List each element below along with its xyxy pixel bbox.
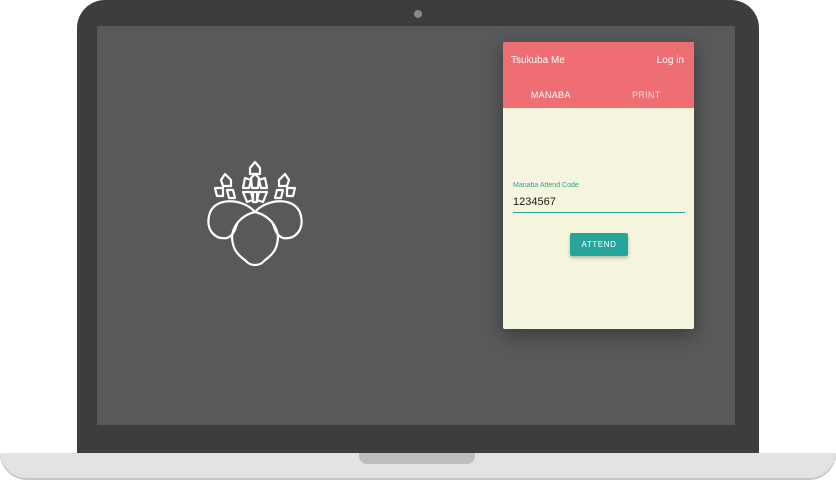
popup-header: Tsukuba Me Log in MANABA PRINT [503,42,694,108]
attend-button[interactable]: ATTEND [570,233,628,256]
tab-manaba[interactable]: MANABA [503,82,599,108]
extension-popup: Tsukuba Me Log in MANABA PRINT Manaba At… [503,42,694,329]
attend-code-input[interactable] [513,194,685,213]
tab-print[interactable]: PRINT [599,82,695,108]
camera-icon [414,10,422,18]
laptop-mockup: Tsukuba Me Log in MANABA PRINT Manaba At… [0,0,836,480]
paulownia-crest-icon [207,160,303,267]
app-title: Tsukuba Me [511,55,565,66]
attend-form: Manaba Attend Code ATTEND [513,182,685,256]
login-link[interactable]: Log in [657,55,684,66]
laptop-notch [359,453,475,464]
attend-code-label: Manaba Attend Code [513,182,579,189]
tab-bar: MANABA PRINT [503,82,694,108]
